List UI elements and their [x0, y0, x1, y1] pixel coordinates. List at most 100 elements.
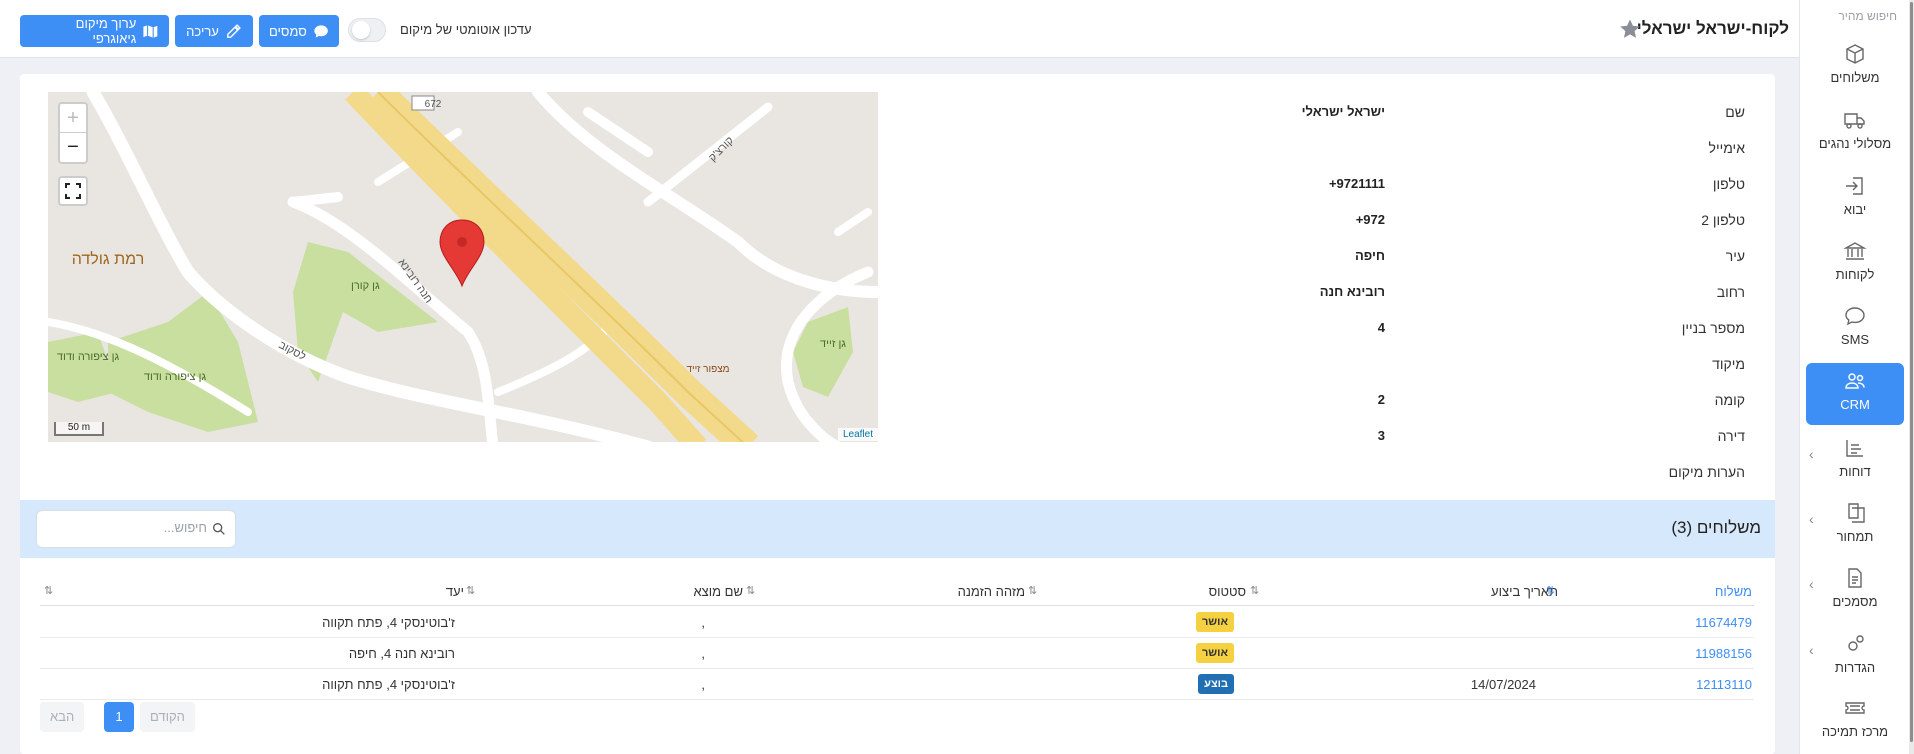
quick-search-label[interactable]: חיפוש מהיר — [1838, 9, 1897, 23]
sidebar-item-2[interactable]: יבוא — [1806, 168, 1904, 230]
sidebar-item-label: משלוחים — [1830, 70, 1880, 85]
next-page-button[interactable]: הבא — [40, 702, 85, 732]
table-header: משלוח תאריך ביצוע ⇅ סטטוס ⇅ מזהה הזמנה ⇅… — [40, 576, 1754, 606]
location-marker-icon[interactable] — [439, 219, 485, 288]
status-badge: אושר — [1195, 643, 1234, 663]
shipment-id-link[interactable]: 11674479 — [1695, 615, 1752, 630]
detail-value: רובינא חנה — [1319, 284, 1385, 299]
zoom-out-button[interactable]: − — [60, 133, 86, 162]
detail-row: מיקוד — [915, 344, 1745, 380]
import-icon — [1846, 177, 1863, 195]
col-order-id[interactable]: מזהה הזמנה — [958, 584, 1025, 599]
sms-button[interactable]: סמסים — [259, 15, 339, 47]
detail-key: מספר בניין — [1681, 320, 1745, 336]
search-icon — [213, 523, 225, 535]
detail-key: אימייל — [1708, 140, 1745, 156]
detail-row: דירה 3 — [915, 416, 1745, 452]
auto-update-toggle[interactable] — [348, 18, 386, 42]
map-tiles[interactable]: 672 קורצ'ק חנה רובינא לסקוב גן קורן גן צ… — [48, 92, 878, 442]
detail-key: דירה — [1717, 428, 1745, 444]
table-row[interactable]: 11674479 אושר, ז'בוטינסקי 4, פתח תקווה — [40, 607, 1754, 638]
sidebar-item-1[interactable]: מסלולי נהגים — [1806, 102, 1904, 164]
search-input[interactable] — [57, 520, 207, 535]
detail-key: הערות מיקום — [1668, 464, 1745, 480]
fullscreen-icon — [65, 183, 81, 199]
col-origin[interactable]: שם מוצא — [694, 584, 743, 599]
sidebar-item-label: דוחות — [1839, 464, 1871, 479]
table-row[interactable]: 11988156 אושר, רובינא חנה 4, חיפה — [40, 638, 1754, 669]
detail-value: 2 — [1377, 392, 1385, 407]
sidebar-item-label: מרכז תמיכה — [1821, 724, 1889, 739]
status-badge: בוצע — [1198, 674, 1234, 694]
pricing-icon — [1848, 503, 1865, 523]
destination: ז'בוטינסקי 4, פתח תקווה — [322, 677, 455, 692]
map-zoom-control: + − — [58, 102, 88, 164]
sidebar-item-label: לקוחות — [1835, 267, 1875, 282]
viewpoint-label: מצפור זייד — [686, 364, 729, 375]
table-row[interactable]: 12113110 14/07/2024 בוצע, ז'בוטינסקי 4, פתח… — [40, 669, 1754, 700]
sidebar-item-8[interactable]: מסמכים ‹ — [1806, 560, 1904, 622]
col-shipment[interactable]: משלוח — [1715, 584, 1752, 599]
edit-icon — [226, 23, 241, 38]
sort-icon[interactable]: ⇅ — [1546, 584, 1560, 598]
star-icon[interactable] — [1618, 17, 1642, 41]
status-badge: אושר — [1195, 612, 1234, 632]
sidebar-item-4[interactable]: SMS — [1806, 298, 1904, 360]
detail-value: 4 — [1377, 320, 1385, 335]
shipment-id-link[interactable]: 11988156 — [1695, 646, 1752, 661]
sidebar-item-0[interactable]: משלוחים — [1806, 36, 1904, 98]
origin-name: , — [701, 677, 705, 692]
sidebar-item-label: יבוא — [1843, 202, 1867, 217]
sidebar-item-label: תמחור — [1836, 529, 1874, 544]
col-destination[interactable]: יעד — [446, 584, 464, 599]
current-page-button[interactable]: 1 — [104, 702, 134, 732]
edit-button[interactable]: עריכה — [175, 15, 253, 47]
truck-icon — [1844, 113, 1865, 129]
prev-page-button[interactable]: הקודם — [140, 702, 195, 732]
shipments-title: משלוחים (3) — [1671, 518, 1761, 537]
shipments-search[interactable] — [36, 510, 236, 548]
document-icon — [1848, 568, 1862, 588]
sidebar-item-label: CRM — [1840, 397, 1870, 412]
park-label: גן ציפורה ודוד — [144, 371, 207, 383]
sort-icon[interactable]: ⇅ — [466, 584, 480, 598]
users-icon — [1845, 373, 1865, 389]
zoom-in-button[interactable]: + — [60, 104, 86, 133]
chat-bubble-icon — [314, 24, 328, 38]
sidebar-item-10[interactable]: מרכז תמיכה — [1806, 690, 1904, 752]
sidebar-item-5[interactable]: CRM — [1806, 363, 1904, 425]
sidebar-item-label: SMS — [1840, 332, 1870, 347]
detail-key: שם — [1725, 104, 1745, 120]
sort-icon[interactable]: ⇅ — [1028, 584, 1042, 598]
edit-geo-location-button[interactable]: ערוך מיקום גיאוגרפי — [20, 15, 169, 47]
sidebar-item-6[interactable]: דוחות ‹ — [1806, 430, 1904, 492]
ticket-icon — [1845, 702, 1865, 714]
chevron-left-icon: ‹ — [1809, 642, 1814, 658]
sidebar-item-label: הגדרות — [1834, 660, 1876, 675]
sort-icon[interactable]: ⇅ — [44, 584, 58, 598]
origin-name: , — [701, 646, 705, 661]
col-status[interactable]: סטטוס — [1209, 584, 1246, 599]
fullscreen-button[interactable] — [58, 176, 88, 206]
chevron-left-icon: ‹ — [1809, 511, 1814, 527]
detail-row: טלפון 2 972+ — [915, 200, 1745, 236]
sidebar-item-7[interactable]: תמחור ‹ — [1806, 495, 1904, 557]
detail-value: 972+ — [1355, 212, 1385, 227]
map-attribution[interactable]: Leaflet — [837, 428, 878, 441]
detail-key: רחוב — [1716, 284, 1745, 300]
sidebar-item-9[interactable]: הגדרות ‹ — [1806, 626, 1904, 688]
detail-value: 3 — [1377, 428, 1385, 443]
sort-icon[interactable]: ⇅ — [746, 584, 760, 598]
location-map[interactable]: 672 קורצ'ק חנה רובינא לסקוב גן קורן גן צ… — [48, 92, 878, 442]
sort-icon[interactable]: ⇅ — [1250, 584, 1264, 598]
shipment-id-link[interactable]: 12113110 — [1696, 677, 1752, 692]
neighborhood-label: רמת גולדה — [72, 250, 145, 268]
detail-value: 9721111+ — [1328, 176, 1385, 191]
detail-row: אימייל — [915, 128, 1745, 164]
sidebar-item-3[interactable]: לקוחות — [1806, 233, 1904, 295]
sidebar-scrollbar[interactable] — [1909, 0, 1914, 754]
detail-row: קומה 2 — [915, 380, 1745, 416]
sidebar-scroll-thumb[interactable] — [1910, 2, 1913, 742]
toggle-knob — [352, 21, 370, 39]
shipment-date: 14/07/2024 — [1470, 677, 1536, 692]
